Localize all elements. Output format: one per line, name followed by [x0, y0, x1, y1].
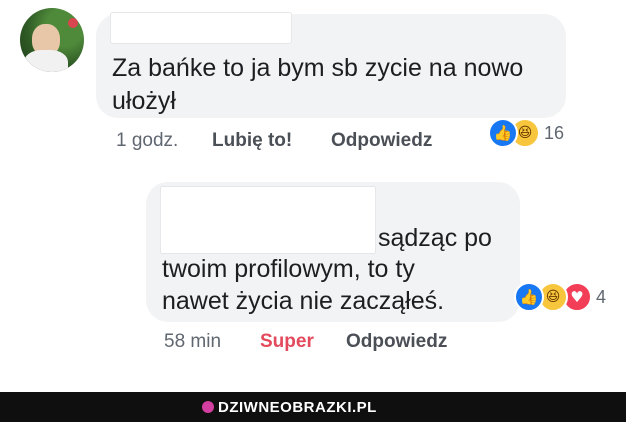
watermark-text: DZIWNEOBRAZKI.PL — [218, 399, 377, 416]
reaction-count[interactable]: 16 — [544, 123, 564, 144]
reaction-count[interactable]: 4 — [596, 287, 606, 308]
comment-text-line: nawet życia nie zacząłeś. — [162, 287, 445, 315]
redacted-name-and-tag — [160, 186, 376, 254]
commenter-avatar[interactable] — [20, 8, 84, 72]
reply-button[interactable]: Odpowiedz — [331, 130, 432, 152]
super-button[interactable]: Super — [260, 331, 314, 353]
like-icon: 👍 — [514, 282, 544, 312]
comment-text-line: twoim profilowym, to ty — [162, 255, 415, 283]
redacted-name — [110, 12, 292, 44]
comment-timestamp[interactable]: 1 godz. — [116, 130, 178, 152]
like-button[interactable]: Lubię to! — [212, 130, 292, 152]
reply-button[interactable]: Odpowiedz — [346, 331, 447, 353]
comment-text-line: Za bańke to ja bym sb zycie na nowo — [112, 54, 524, 82]
comment-text-line: ułożył — [112, 87, 176, 115]
comment-timestamp[interactable]: 58 min — [164, 331, 221, 353]
avatar-flower — [68, 18, 78, 28]
like-icon: 👍 — [488, 118, 518, 148]
comment-text-line: sądząc po — [378, 224, 492, 252]
watermark-logo-icon — [202, 401, 214, 413]
avatar-body — [24, 50, 68, 72]
